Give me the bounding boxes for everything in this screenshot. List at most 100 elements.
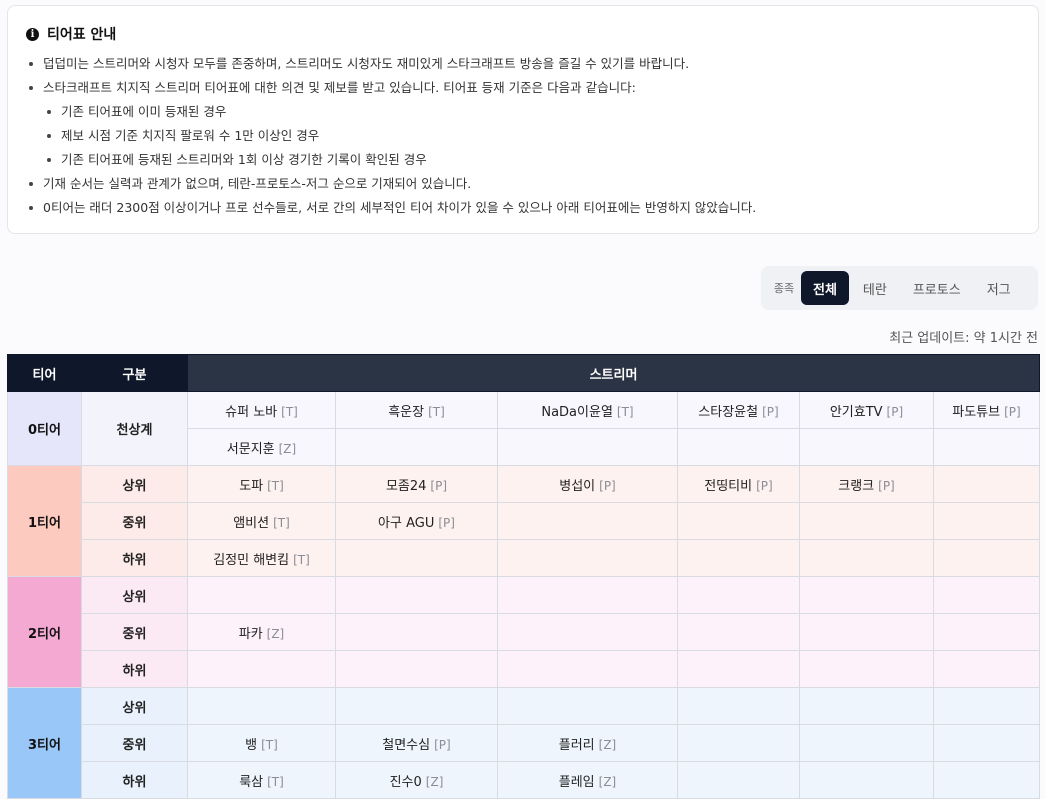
streamer-cell — [799, 724, 934, 762]
streamer-name[interactable]: 모좀24 — [386, 479, 426, 494]
sub-tier-label: 상위 — [81, 687, 188, 725]
streamer-cell — [677, 613, 800, 651]
streamer-cell[interactable]: 파카 [Z] — [187, 613, 336, 651]
streamer-cell[interactable]: 크랭크 [P] — [799, 465, 934, 503]
streamer-name[interactable]: 크랭크 — [838, 479, 874, 494]
streamer-name[interactable]: 파도튜브 — [952, 405, 1000, 420]
race-badge: [T] — [428, 404, 445, 419]
streamer-cell — [497, 502, 678, 540]
streamer-cell — [933, 428, 1040, 466]
streamer-name[interactable]: 안기효TV — [830, 405, 883, 420]
streamer-name[interactable]: 병섭이 — [559, 479, 595, 494]
notice-item: 스타크래프트 치지직 스트리머 티어표에 대한 의견 및 제보를 받고 있습니다… — [26, 76, 1026, 100]
streamer-cell — [933, 650, 1040, 688]
streamer-cell — [799, 761, 934, 799]
streamer-name[interactable]: 전띵티비 — [704, 479, 752, 494]
streamer-cell[interactable]: 도파 [T] — [187, 465, 336, 503]
streamer-cell — [799, 428, 934, 466]
streamer-cell[interactable]: 진수0 [Z] — [335, 761, 498, 799]
race-badge: [T] — [273, 515, 290, 530]
notice-item: 기존 티어표에 이미 등재된 경우 — [26, 100, 1026, 124]
streamer-cell — [497, 613, 678, 651]
streamer-cell[interactable]: 모좀24 [P] — [335, 465, 498, 503]
streamer-cell[interactable]: 서문지훈 [Z] — [187, 428, 336, 466]
streamer-name[interactable]: 앰비션 — [233, 516, 269, 531]
race-badge: [P] — [886, 404, 904, 419]
streamer-cell — [335, 613, 498, 651]
streamer-name[interactable]: 룩삼 — [239, 775, 263, 790]
race-badge: [P] — [878, 478, 895, 493]
streamer-name[interactable]: 김정민 해변킴 — [213, 553, 289, 568]
streamer-name[interactable]: 슈퍼 노바 — [225, 405, 277, 420]
streamer-name[interactable]: 서문지훈 — [227, 442, 275, 457]
tier-table: 티어 구분 스트리머 0티어 천상계 슈퍼 노바 [T] 흑운장 [T] NaDa이윤열 [T… — [7, 354, 1040, 799]
streamer-cell — [933, 687, 1040, 725]
streamer-cell — [497, 576, 678, 614]
streamer-cell[interactable]: 병섭이 [P] — [497, 465, 678, 503]
table-row: 0티어 천상계 슈퍼 노바 [T] 흑운장 [T] NaDa이윤열 [T] 스타장윤철 [P] 안기… — [7, 391, 1040, 466]
streamer-cell[interactable]: 앰비션 [T] — [187, 502, 336, 540]
streamer-cell — [677, 687, 800, 725]
notice-item: 제보 시점 기준 치지직 팔로워 수 1만 이상인 경우 — [26, 124, 1026, 148]
race-badge: [Z] — [266, 626, 285, 641]
race-badge: [P] — [434, 737, 451, 752]
streamer-cell[interactable]: 플레임 [Z] — [497, 761, 678, 799]
streamer-cell[interactable]: 김정민 해변킴 [T] — [187, 539, 336, 577]
streamer-name[interactable]: 진수0 — [390, 775, 422, 790]
streamer-cell — [799, 502, 934, 540]
streamer-cell — [677, 761, 800, 799]
streamer-cell[interactable]: 전띵티비 [P] — [677, 465, 800, 503]
streamer-cell[interactable]: 슈퍼 노바 [T] — [187, 391, 336, 429]
notice-item: 기존 티어표에 등재된 스트리머와 1회 이상 경기한 기록이 확인된 경우 — [26, 148, 1026, 172]
streamer-cell — [677, 724, 800, 762]
streamer-name[interactable]: 플레임 — [559, 775, 595, 790]
streamer-cell[interactable]: 철면수심 [P] — [335, 724, 498, 762]
table-row: 중위 앰비션 [T] 아구 AGU [P] — [8, 502, 1040, 540]
streamer-cell[interactable]: 안기효TV [P] — [799, 391, 934, 429]
streamer-name[interactable]: 도파 — [239, 479, 263, 494]
streamer-cell[interactable]: 뱅 [T] — [187, 724, 336, 762]
notice-list: 덥덥미는 스트리머와 시청자 모두를 존중하며, 스트리머도 시청자도 재미있게… — [26, 52, 1026, 220]
race-filter-option[interactable]: 저그 — [975, 271, 1023, 305]
race-badge: [T] — [267, 478, 284, 493]
notice-item: 덥덥미는 스트리머와 시청자 모두를 존중하며, 스트리머도 시청자도 재미있게… — [26, 52, 1026, 76]
streamer-cell[interactable]: 파도튜브 [P] — [933, 391, 1040, 429]
streamer-cell — [335, 539, 498, 577]
streamer-cell[interactable]: 스타장윤철 [P] — [677, 391, 800, 429]
streamer-cell[interactable]: 룩삼 [T] — [187, 761, 336, 799]
streamer-cell — [187, 576, 336, 614]
streamer-cell — [335, 428, 498, 466]
streamer-cell — [799, 613, 934, 651]
streamer-cell — [933, 576, 1040, 614]
streamer-cell — [497, 428, 678, 466]
table-header-row: 티어 구분 스트리머 — [7, 354, 1040, 392]
streamer-name[interactable]: 철면수심 — [382, 738, 430, 753]
streamer-name[interactable]: 스타장윤철 — [698, 405, 758, 420]
streamer-cell — [677, 502, 800, 540]
streamer-name[interactable]: 아구 AGU — [378, 516, 434, 531]
table-row: 2티어 상위 — [7, 576, 1040, 688]
streamer-name[interactable]: NaDa이윤열 — [541, 405, 613, 420]
race-badge: [P] — [762, 404, 779, 419]
streamer-name[interactable]: 파카 — [239, 627, 263, 642]
streamer-cell[interactable]: 아구 AGU [P] — [335, 502, 498, 540]
race-badge: [P] — [1004, 404, 1021, 419]
streamer-cell[interactable]: NaDa이윤열 [T] — [497, 391, 678, 429]
race-filter-option[interactable]: 테란 — [851, 271, 899, 305]
race-badge: [P] — [430, 478, 448, 493]
streamer-name[interactable]: 플러리 — [559, 738, 595, 753]
streamer-cell — [933, 539, 1040, 577]
streamer-name[interactable]: 흑운장 — [388, 405, 424, 420]
race-filter-option[interactable]: 프로토스 — [901, 271, 973, 305]
streamer-name[interactable]: 뱅 — [245, 738, 257, 753]
streamer-cell[interactable]: 흑운장 [T] — [335, 391, 498, 429]
race-badge: [Z] — [598, 774, 617, 789]
streamer-cell — [799, 576, 934, 614]
race-filter-option[interactable]: 전체 — [801, 271, 849, 305]
streamer-cell — [497, 539, 678, 577]
notice-title: i 티어표 안내 — [26, 24, 116, 44]
streamer-cell — [677, 576, 800, 614]
streamer-cell[interactable]: 플러리 [Z] — [497, 724, 678, 762]
tier-table-body: 0티어 천상계 슈퍼 노바 [T] 흑운장 [T] NaDa이윤열 [T] 스타장윤철 [P] 안기… — [7, 391, 1040, 799]
streamer-cell — [677, 539, 800, 577]
